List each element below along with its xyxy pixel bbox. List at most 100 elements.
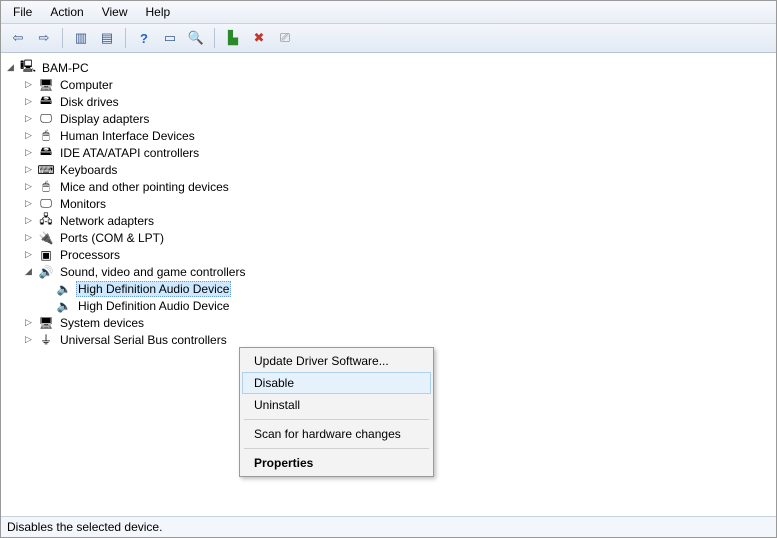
usb-icon: ⏚ — [38, 332, 54, 348]
update-driver-button[interactable]: ▙ — [222, 27, 244, 49]
cpu-icon: ▣ — [38, 247, 54, 263]
label[interactable]: Keyboards — [58, 163, 119, 177]
ctx-separator — [244, 448, 429, 449]
disk-icon: 🖴 — [38, 94, 54, 110]
show-hide-tree-button[interactable]: ▥ — [70, 27, 92, 49]
label[interactable]: System devices — [58, 316, 146, 330]
arrow-right-icon: ⇨ — [39, 30, 50, 46]
separator — [62, 28, 63, 48]
label[interactable]: Universal Serial Bus controllers — [58, 333, 229, 347]
sheet-icon: ▤ — [101, 30, 113, 46]
ide-icon: 🖴 — [38, 145, 54, 161]
label[interactable]: Monitors — [58, 197, 108, 211]
label[interactable]: High Definition Audio Device — [76, 281, 231, 297]
ctx-update-driver[interactable]: Update Driver Software... — [242, 350, 431, 372]
speaker-icon: 🔈 — [56, 281, 72, 297]
help-button[interactable]: ? — [133, 27, 155, 49]
ctx-properties[interactable]: Properties — [242, 452, 431, 474]
action-button[interactable]: ▭ — [159, 27, 181, 49]
expand-icon[interactable]: ▷ — [23, 79, 34, 90]
device-tree[interactable]: ◢ 🖳 BAM-PC ▷🖥Computer ▷🖴Disk drives ▷🖵Di… — [1, 53, 776, 516]
menu-file[interactable]: File — [5, 3, 40, 21]
system-icon: 🖥 — [38, 315, 54, 331]
ctx-disable[interactable]: Disable — [242, 372, 431, 394]
node-keyboards[interactable]: ▷⌨Keyboards — [21, 161, 774, 178]
node-monitors[interactable]: ▷🖵Monitors — [21, 195, 774, 212]
speaker-icon: 🔈 — [56, 298, 72, 314]
forward-button[interactable]: ⇨ — [33, 27, 55, 49]
node-ports[interactable]: ▷ 🔌 Ports (COM & LPT) — [21, 229, 774, 246]
expand-icon[interactable]: ▷ — [23, 215, 34, 226]
disable-button[interactable]: ✖ — [248, 27, 270, 49]
node-hid[interactable]: ▷🖱Human Interface Devices — [21, 127, 774, 144]
expand-icon[interactable]: ▷ — [23, 130, 34, 141]
expand-icon[interactable]: ▷ — [23, 249, 34, 260]
label[interactable]: Human Interface Devices — [58, 129, 197, 143]
menu-help[interactable]: Help — [138, 3, 179, 21]
disable-icon: ✖ — [254, 30, 265, 46]
node-computer[interactable]: ▷🖥Computer — [21, 76, 774, 93]
status-text: Disables the selected device. — [7, 520, 162, 534]
expand-icon[interactable]: ▷ — [23, 164, 34, 175]
expand-icon[interactable]: ▷ — [23, 96, 34, 107]
scan-button[interactable]: 🔍 — [185, 27, 207, 49]
menu-action[interactable]: Action — [42, 3, 91, 21]
label[interactable]: Network adapters — [58, 214, 156, 228]
expand-icon[interactable]: ▷ — [23, 334, 34, 345]
back-button[interactable]: ⇦ — [7, 27, 29, 49]
expand-icon[interactable]: ▷ — [23, 198, 34, 209]
node-sound[interactable]: ◢🔊Sound, video and game controllers 🔈Hig… — [21, 263, 774, 314]
expand-icon[interactable]: ▷ — [23, 147, 34, 158]
expand-icon[interactable]: ▷ — [23, 232, 34, 243]
mouse-icon: 🖱 — [38, 179, 54, 195]
ctx-uninstall[interactable]: Uninstall — [242, 394, 431, 416]
label[interactable]: High Definition Audio Device — [76, 299, 231, 313]
root-label[interactable]: BAM-PC — [40, 61, 91, 75]
scan-icon: 🔍 — [188, 30, 204, 46]
node-mice[interactable]: ▷ 🖱 Mice and other pointing devices — [21, 178, 774, 195]
sound-icon: 🔊 — [38, 264, 54, 280]
uninstall-button[interactable]: ⎚ — [274, 27, 296, 49]
label[interactable]: Processors — [58, 248, 122, 262]
status-bar: Disables the selected device. — [1, 516, 776, 537]
uninstall-icon: ⎚ — [280, 30, 290, 46]
node-processors[interactable]: ▷ ▣ Processors — [21, 246, 774, 263]
label[interactable]: Display adapters — [58, 112, 151, 126]
display-icon: 🖵 — [38, 111, 54, 127]
label[interactable]: Computer — [58, 78, 115, 92]
expand-icon[interactable]: ▷ — [23, 113, 34, 124]
node-disk-drives[interactable]: ▷ 🖴 Disk drives — [21, 93, 774, 110]
node-sound-child-2[interactable]: 🔈 High Definition Audio Device — [39, 297, 774, 314]
computer-icon: 🖳 — [20, 60, 36, 76]
spacer — [41, 283, 52, 294]
pane-icon: ▥ — [75, 30, 87, 46]
help-icon: ? — [140, 31, 148, 46]
label[interactable]: Ports (COM & LPT) — [58, 231, 166, 245]
ports-icon: 🔌 — [38, 230, 54, 246]
menu-view[interactable]: View — [94, 3, 136, 21]
menubar: File Action View Help — [1, 1, 776, 24]
collapse-icon[interactable]: ◢ — [5, 62, 16, 73]
toolbar: ⇦ ⇨ ▥ ▤ ? ▭ 🔍 ▙ ✖ ⎚ — [1, 24, 776, 53]
label[interactable]: Sound, video and game controllers — [58, 265, 247, 279]
node-network[interactable]: ▷ 🖧 Network adapters — [21, 212, 774, 229]
window-icon: ▭ — [164, 30, 176, 46]
label[interactable]: Disk drives — [58, 95, 121, 109]
collapse-icon[interactable]: ◢ — [23, 266, 34, 277]
label[interactable]: IDE ATA/ATAPI controllers — [58, 146, 201, 160]
spacer — [41, 300, 52, 311]
update-icon: ▙ — [228, 30, 238, 46]
label[interactable]: Mice and other pointing devices — [58, 180, 231, 194]
node-system-devices[interactable]: ▷ 🖥 System devices — [21, 314, 774, 331]
node-sound-child-1[interactable]: 🔈High Definition Audio Device — [39, 280, 774, 297]
node-ide[interactable]: ▷ 🖴 IDE ATA/ATAPI controllers — [21, 144, 774, 161]
properties-button[interactable]: ▤ — [96, 27, 118, 49]
network-icon: 🖧 — [38, 213, 54, 229]
node-usb[interactable]: ▷ ⏚ Universal Serial Bus controllers — [21, 331, 774, 348]
context-menu: Update Driver Software... Disable Uninst… — [239, 347, 434, 477]
tree-root[interactable]: ◢ 🖳 BAM-PC ▷🖥Computer ▷🖴Disk drives ▷🖵Di… — [3, 59, 774, 348]
ctx-scan[interactable]: Scan for hardware changes — [242, 423, 431, 445]
expand-icon[interactable]: ▷ — [23, 181, 34, 192]
node-display-adapters[interactable]: ▷ 🖵 Display adapters — [21, 110, 774, 127]
expand-icon[interactable]: ▷ — [23, 317, 34, 328]
